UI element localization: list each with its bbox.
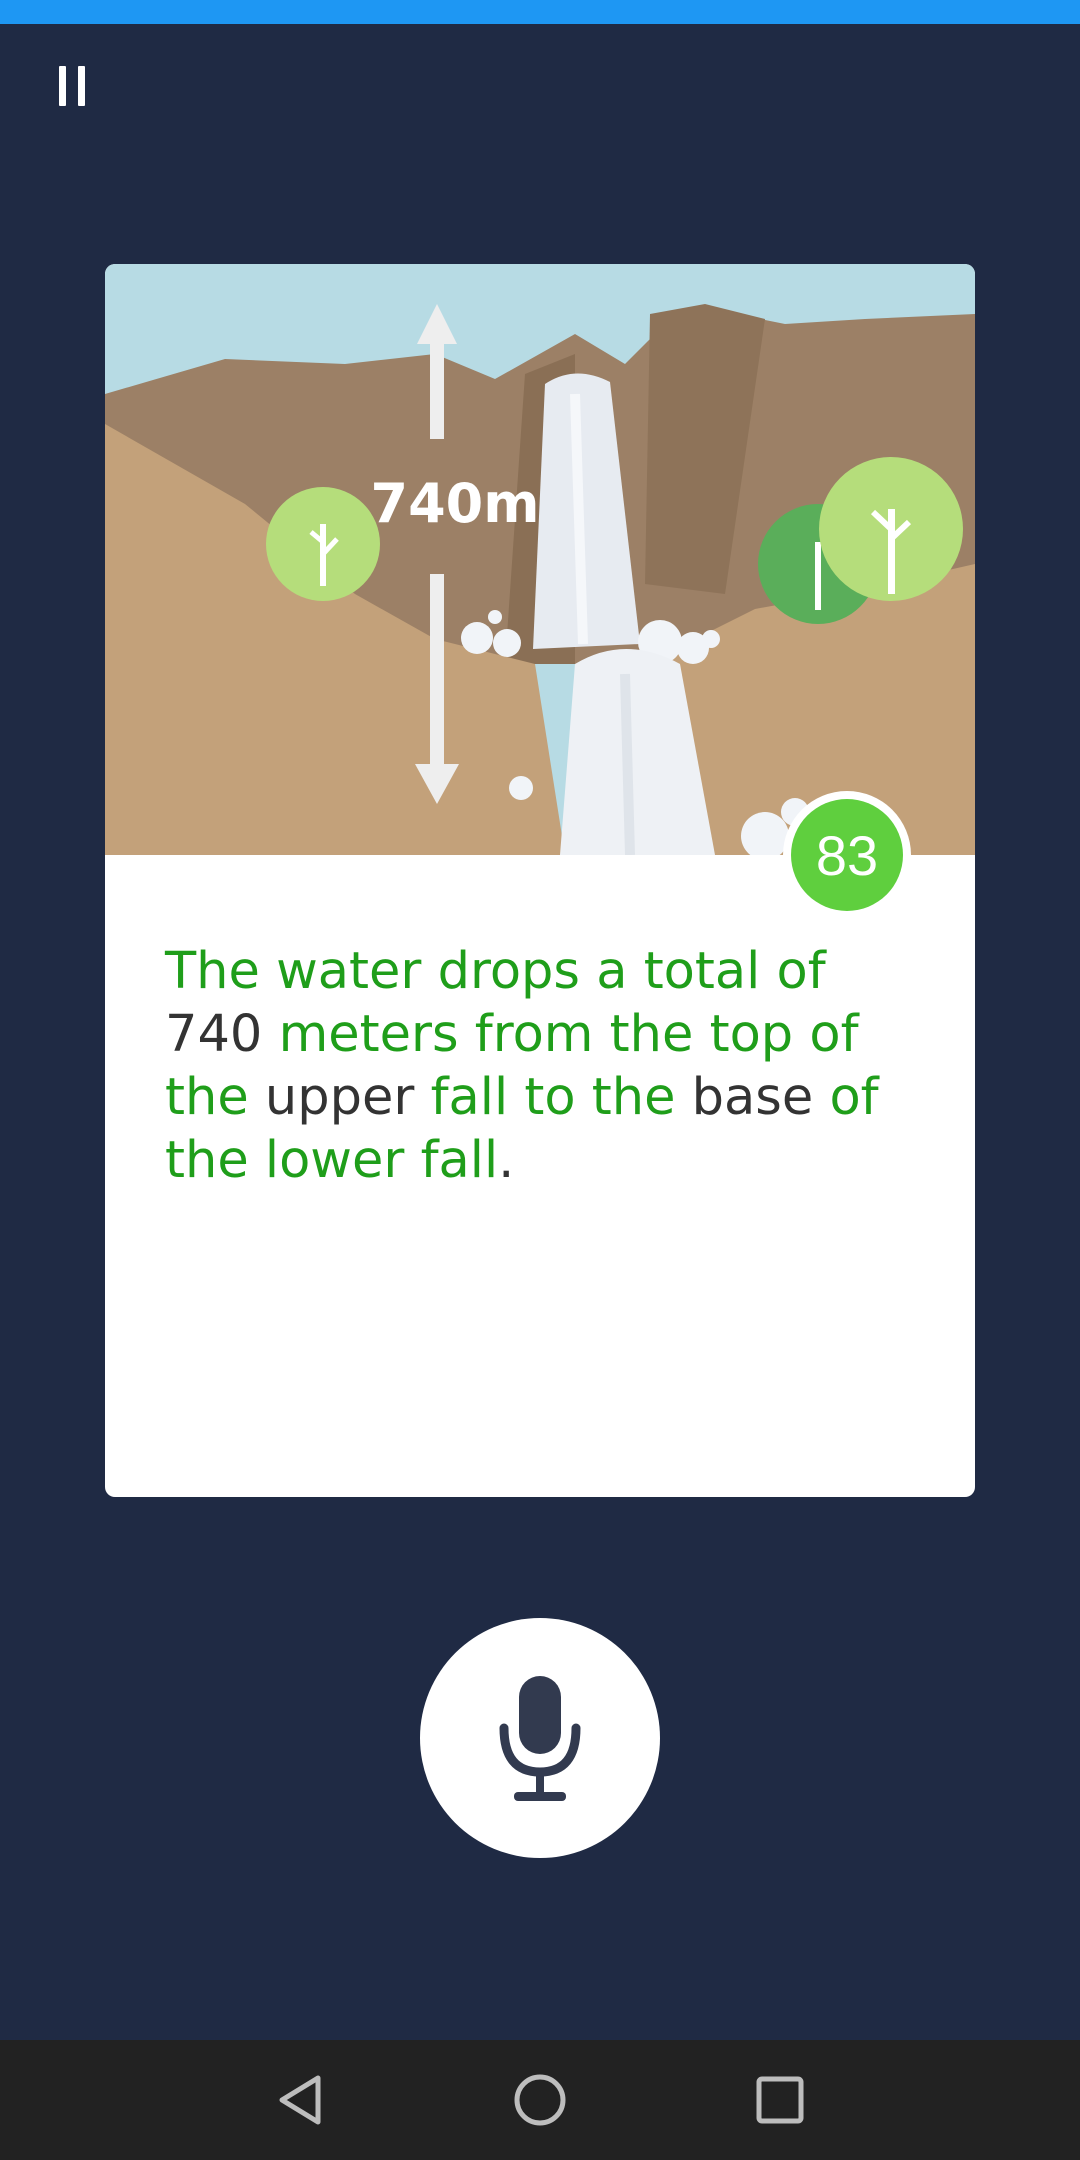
- sentence-word: of: [829, 1068, 879, 1127]
- home-button[interactable]: [500, 2060, 580, 2140]
- sentence-word: the: [609, 1005, 694, 1064]
- sentence-word: total: [643, 942, 761, 1001]
- sentence-word: lower: [264, 1131, 405, 1190]
- sentence-word: top: [709, 1005, 794, 1064]
- pause-icon-bar: [78, 66, 85, 106]
- status-bar: [0, 0, 1080, 24]
- sentence-word: The: [165, 942, 260, 1001]
- system-nav-bar: [0, 2040, 1080, 2160]
- score-value: 83: [791, 799, 903, 911]
- recents-button[interactable]: [740, 2060, 820, 2140]
- sentence-word: the: [165, 1131, 249, 1190]
- sentence-word: of: [809, 1005, 859, 1064]
- sentence-word: water: [276, 942, 422, 1001]
- sentence-word: a: [596, 942, 628, 1001]
- microphone-button[interactable]: [420, 1618, 660, 1858]
- sentence-word: drops: [437, 942, 580, 1001]
- sentence-word: 740: [165, 1005, 263, 1064]
- height-label: 740m: [371, 472, 540, 535]
- sentence-card: 740m 83 The water drops a total of 740 m…: [105, 264, 975, 1497]
- sentence-word: base: [691, 1068, 814, 1127]
- score-badge: 83: [783, 791, 911, 919]
- back-triangle-icon: [279, 2075, 321, 2125]
- home-circle-icon: [514, 2074, 566, 2126]
- sentence-word: meters: [278, 1005, 459, 1064]
- waterfall-illustration: 740m: [105, 264, 975, 855]
- sentence-text: The water drops a total of 740 meters fr…: [165, 940, 925, 1192]
- sentence-word: the: [591, 1068, 676, 1127]
- sentence-word: fall: [420, 1131, 499, 1190]
- back-button[interactable]: [260, 2060, 340, 2140]
- sentence-word: the: [165, 1068, 249, 1127]
- sentence-word: upper: [264, 1068, 415, 1127]
- pause-button[interactable]: [46, 60, 98, 112]
- sentence-word: of: [776, 942, 826, 1001]
- microphone-icon: [499, 1676, 581, 1801]
- sentence-word: from: [474, 1005, 594, 1064]
- sentence-word: .: [498, 1131, 515, 1190]
- pause-icon: [59, 66, 66, 106]
- sentence-word: fall: [430, 1068, 509, 1127]
- sentence-word: to: [524, 1068, 576, 1127]
- recents-square-icon: [756, 2076, 804, 2124]
